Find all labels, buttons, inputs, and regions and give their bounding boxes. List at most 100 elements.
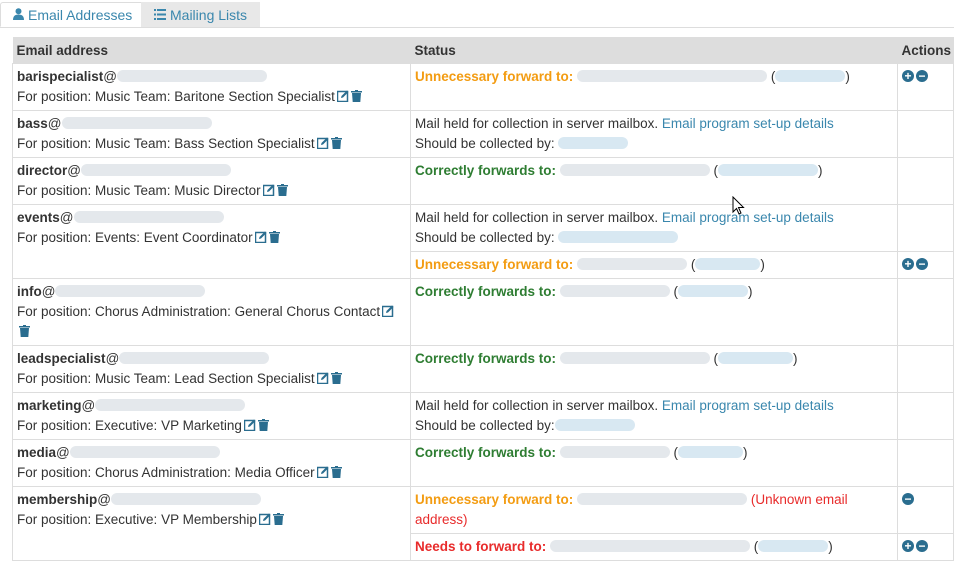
redacted-address (559, 164, 710, 176)
edit-icon[interactable] (381, 303, 394, 318)
redacted-collector (554, 419, 635, 431)
edit-icon[interactable] (316, 135, 329, 150)
status-cell: Correctly forwards to: () (410, 345, 898, 393)
status-cell: Correctly forwards to: () (410, 157, 898, 205)
status-cell: Needs to forward to: () (410, 533, 898, 561)
position-text: For position: Events: Event Coordinator (17, 230, 253, 245)
mail-held-text: Mail held for collection in server mailb… (415, 398, 659, 413)
redacted-address (559, 446, 670, 458)
status-cell: Unnecessary forward to: () (410, 251, 898, 279)
position-text: For position: Chorus Administration: Gen… (17, 304, 381, 319)
table-row: barispecialist@ For position: Music Team:… (12, 63, 954, 111)
email-address: bass (17, 116, 48, 131)
redacted-address (577, 493, 748, 505)
position-text: For position: Music Team: Lead Section S… (17, 371, 315, 386)
position-text: For position: Music Team: Music Director (17, 183, 261, 198)
redacted-name (678, 446, 744, 458)
trash-icon[interactable] (272, 511, 285, 525)
redacted-domain (55, 285, 206, 297)
email-cell: barispecialist@ For position: Music Team:… (12, 63, 411, 111)
setup-details-link[interactable]: Email program set-up details (662, 210, 834, 225)
tab-bar: Email Addresses Mailing Lists (0, 0, 954, 28)
actions-cell: + − (897, 533, 954, 561)
minus-icon[interactable]: − (916, 70, 928, 83)
actions-cell: + − (897, 63, 954, 111)
redacted-name (718, 164, 819, 176)
minus-icon[interactable]: − (916, 258, 928, 271)
list-icon (154, 3, 166, 27)
trash-icon[interactable] (276, 182, 289, 196)
trash-icon[interactable] (330, 464, 343, 478)
redacted-collector (558, 137, 629, 149)
table-row: media@ For position: Chorus Administratio… (12, 439, 954, 487)
actions-cell (897, 157, 954, 205)
status-cell: Correctly forwards to: () (410, 278, 898, 346)
email-cell: director@ For position: Music Team: Music… (12, 157, 411, 205)
redacted-address (559, 352, 710, 364)
redacted-domain (73, 211, 224, 223)
actions-cell (897, 278, 954, 346)
email-address: events (17, 210, 60, 225)
header-email-address: Email address (12, 37, 411, 64)
actions-cell (897, 110, 954, 158)
minus-icon[interactable]: − (902, 493, 914, 506)
edit-icon[interactable] (316, 464, 329, 479)
email-address: leadspecialist (17, 351, 106, 366)
edit-icon[interactable] (258, 511, 271, 526)
redacted-address (577, 70, 768, 82)
trash-icon[interactable] (257, 417, 270, 431)
setup-details-link[interactable]: Email program set-up details (662, 398, 834, 413)
email-addresses-table: Email address Status Actions barispecial… (12, 37, 954, 561)
email-cell: membership@ For position: Executive: VP M… (12, 486, 411, 561)
redacted-domain (119, 352, 270, 364)
mail-held-text: Mail held for collection in server mailb… (415, 116, 659, 131)
mail-held-text: Mail held for collection in server mailb… (415, 210, 659, 225)
tab-email-addresses[interactable]: Email Addresses (0, 2, 146, 27)
actions-cell (897, 392, 954, 440)
table-row: marketing@ For position: Executive: VP Ma… (12, 392, 954, 440)
edit-icon[interactable] (254, 229, 267, 244)
position-text: For position: Music Team: Bass Section S… (17, 136, 315, 151)
trash-icon[interactable] (350, 88, 363, 102)
table-header: Email address Status Actions (12, 37, 954, 64)
email-cell: bass@ For position: Music Team: Bass Sect… (12, 110, 411, 158)
actions-cell (897, 204, 954, 252)
status-cell: Mail held for collection in server mailb… (410, 392, 898, 440)
actions-cell (897, 439, 954, 487)
trash-icon[interactable] (19, 323, 31, 337)
collected-by-text: Should be collected by: (415, 136, 555, 151)
redacted-collector (558, 231, 679, 243)
trash-icon[interactable] (330, 135, 343, 149)
edit-icon[interactable] (336, 88, 349, 103)
email-cell: leadspecialist@ For position: Music Team:… (12, 345, 411, 393)
status-cell: Correctly forwards to: () (410, 439, 898, 487)
trash-icon[interactable] (268, 229, 281, 243)
tab-email-addresses-label: Email Addresses (28, 7, 133, 23)
redacted-name (775, 70, 846, 82)
plus-icon[interactable]: + (902, 258, 914, 271)
edit-icon[interactable] (243, 417, 256, 432)
position-text: For position: Executive: VP Marketing (17, 418, 242, 433)
edit-icon[interactable] (262, 182, 275, 197)
email-cell: events@ For position: Events: Event Coord… (12, 204, 411, 279)
redacted-domain (111, 493, 261, 505)
actions-cell (897, 345, 954, 393)
tab-mailing-lists[interactable]: Mailing Lists (141, 2, 261, 27)
table-row: leadspecialist@ For position: Music Team:… (12, 345, 954, 393)
redacted-name (718, 352, 794, 364)
redacted-address (550, 540, 751, 552)
setup-details-link[interactable]: Email program set-up details (662, 116, 834, 131)
mouse-cursor-icon (732, 195, 746, 216)
email-address: marketing (17, 398, 82, 413)
edit-icon[interactable] (316, 370, 329, 385)
redacted-address (577, 258, 688, 270)
correctly-forwards-label: Correctly forwards to: (415, 163, 557, 178)
plus-icon[interactable]: + (902, 70, 914, 83)
redacted-name (678, 285, 749, 297)
plus-icon[interactable]: + (902, 540, 914, 553)
redacted-domain (61, 117, 212, 129)
status-cell: Unnecessary forward to: () (410, 63, 898, 111)
redacted-domain (69, 446, 220, 458)
minus-icon[interactable]: − (916, 540, 928, 553)
trash-icon[interactable] (330, 370, 343, 384)
